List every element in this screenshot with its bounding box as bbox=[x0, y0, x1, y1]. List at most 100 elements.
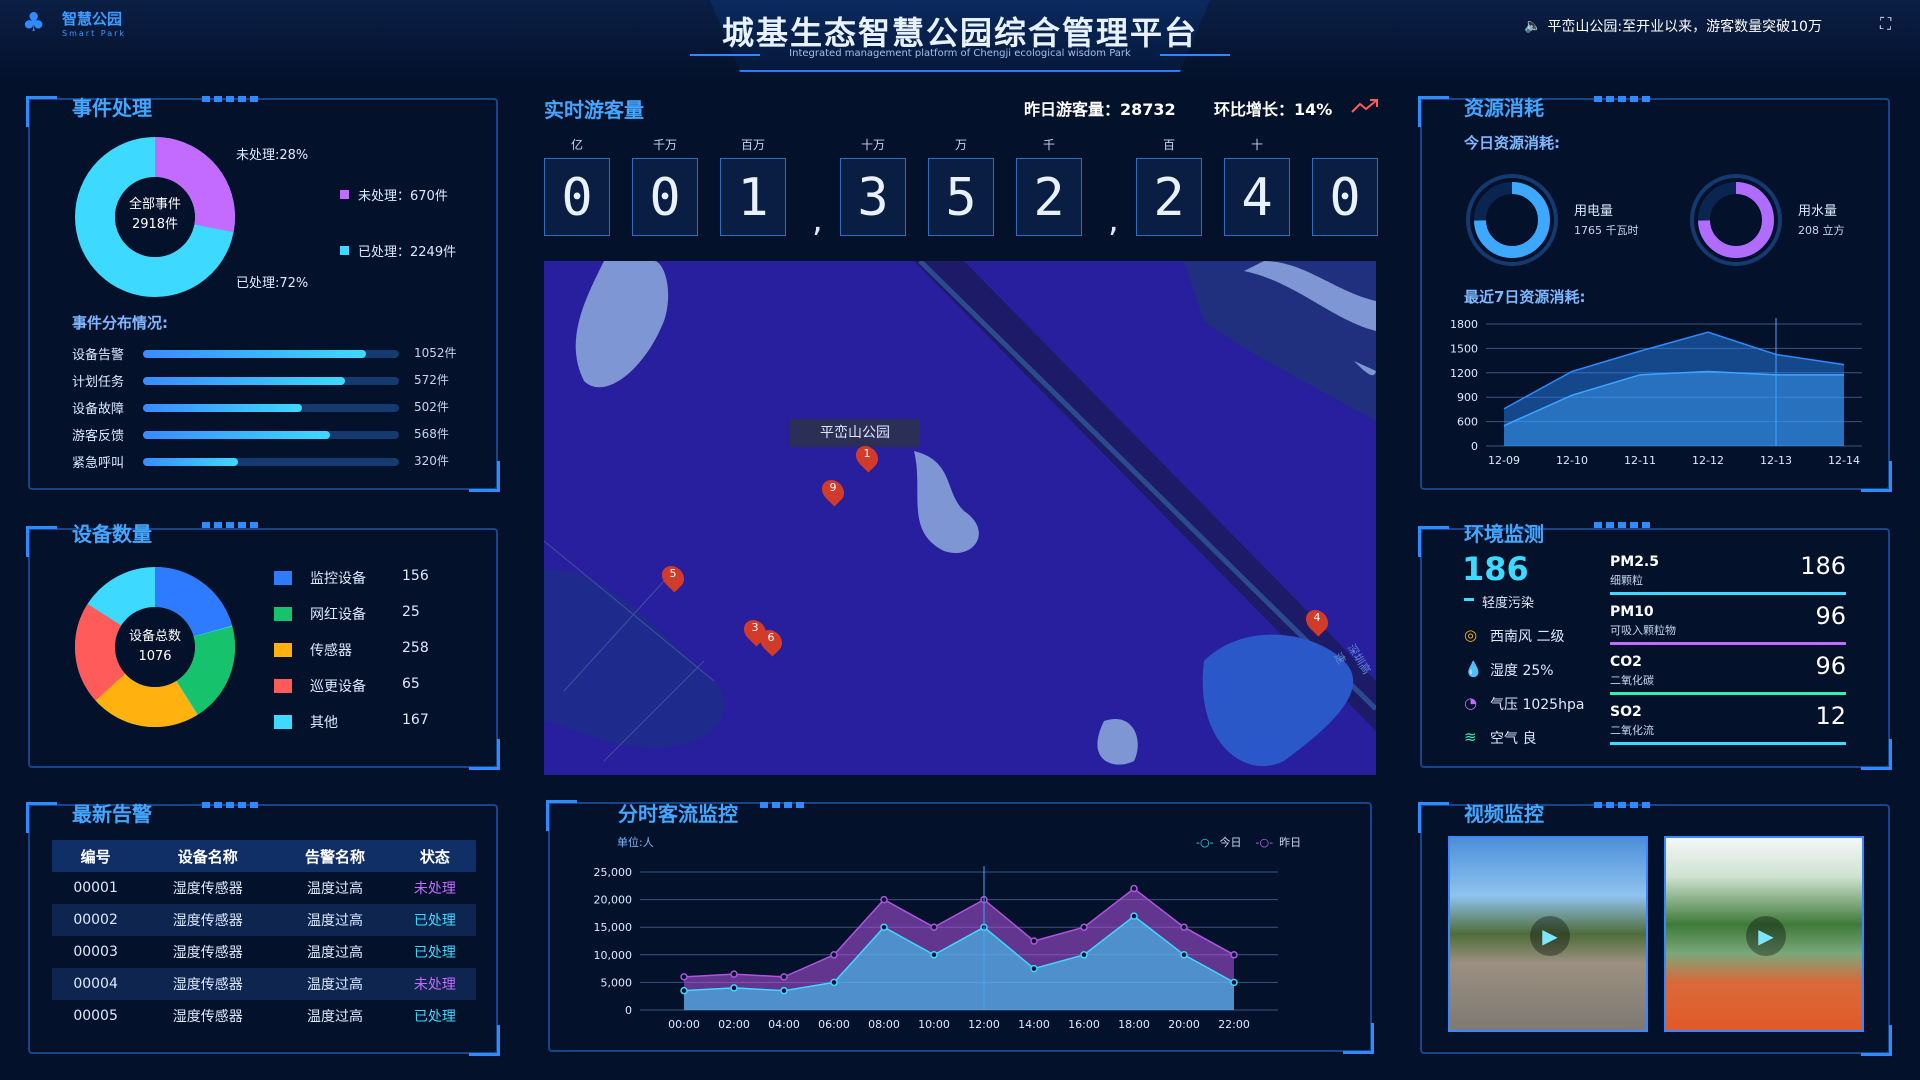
data-point[interactable] bbox=[780, 973, 788, 981]
counter-digit: 3 bbox=[840, 158, 906, 236]
data-point[interactable] bbox=[830, 978, 838, 987]
map-popup: 平峦山公园 bbox=[790, 419, 920, 447]
data-point[interactable] bbox=[730, 984, 738, 992]
data-point[interactable] bbox=[1130, 912, 1138, 920]
dist-label: 游客反馈 bbox=[72, 429, 125, 444]
device-label: 传感器 bbox=[310, 643, 352, 659]
y-tick-label: 1500 bbox=[1450, 342, 1478, 355]
data-point[interactable] bbox=[830, 951, 838, 959]
data-point[interactable] bbox=[930, 923, 938, 931]
metric-value: 96 bbox=[1815, 602, 1846, 630]
notice-bar[interactable]: 🔈 平峦山公园:至开业以来，游客数量突破10万 bbox=[1524, 16, 1822, 36]
speaker-icon: 🔈 bbox=[1524, 18, 1542, 34]
data-point[interactable] bbox=[1180, 923, 1188, 931]
alert-device: 湿度传感器 bbox=[139, 904, 277, 936]
hourly-unit: 单位:人 bbox=[617, 836, 654, 849]
table-row[interactable]: 00003 湿度传感器 温度过高 已处理 bbox=[52, 936, 476, 968]
x-tick-label: 14:00 bbox=[1018, 1018, 1050, 1031]
data-point[interactable] bbox=[1230, 951, 1238, 959]
data-point[interactable] bbox=[880, 923, 888, 931]
week-resource-chart: 0 600 900 1200 1500 1800 12-09 12-10 12-11 12-12 1… bbox=[1450, 318, 1862, 467]
metric-name: CO2 bbox=[1610, 654, 1642, 670]
alert-id: 00002 bbox=[52, 904, 140, 936]
alert-name: 温度过高 bbox=[276, 968, 394, 1000]
title-dots-decor bbox=[1594, 522, 1650, 528]
col-device: 设备名称 bbox=[139, 840, 277, 872]
y-tick-label: 20,000 bbox=[594, 894, 633, 907]
y-tick-label: 10,000 bbox=[594, 949, 633, 962]
data-point[interactable] bbox=[680, 986, 688, 995]
data-point[interactable] bbox=[680, 973, 688, 981]
counter-digit: 1 bbox=[720, 158, 786, 236]
devices-center-label: 设备总数 bbox=[128, 629, 181, 644]
x-tick-label: 06:00 bbox=[818, 1018, 850, 1031]
aqi-value: 186 bbox=[1462, 550, 1529, 588]
water-label: 用水量 bbox=[1798, 204, 1838, 219]
legend-yesterday-mark: -○- bbox=[1255, 835, 1274, 849]
air-icon: ≋ bbox=[1464, 728, 1477, 746]
video-feed-2[interactable]: ▶ bbox=[1664, 836, 1864, 1032]
metric-bar bbox=[1610, 592, 1846, 595]
fullscreen-icon[interactable]: ⛶ bbox=[1880, 14, 1898, 33]
data-point[interactable] bbox=[1030, 937, 1038, 945]
data-point[interactable] bbox=[780, 986, 788, 995]
data-point[interactable] bbox=[1030, 964, 1038, 973]
title-dots-decor bbox=[760, 802, 804, 808]
legend-done: 已处理：2249件 bbox=[358, 245, 457, 260]
metric-value: 186 bbox=[1800, 552, 1846, 580]
digit-unit-label: 百 bbox=[1162, 138, 1175, 152]
metric-bar bbox=[1610, 692, 1846, 695]
alert-device: 湿度传感器 bbox=[172, 1009, 243, 1025]
alert-name: 温度过高 bbox=[307, 881, 363, 897]
col-status: 状态 bbox=[393, 840, 476, 872]
electric-gauge bbox=[1466, 174, 1558, 266]
col-alert: 告警名称 bbox=[276, 840, 394, 872]
data-point[interactable] bbox=[1180, 951, 1188, 959]
water-gauge bbox=[1690, 174, 1782, 266]
counter-digit: 2 bbox=[1016, 158, 1082, 236]
y-tick-label: 600 bbox=[1457, 416, 1478, 429]
week-resource-title: 最近7日资源消耗: bbox=[1464, 288, 1586, 306]
map-pin-label: 1 bbox=[863, 447, 871, 460]
device-swatch bbox=[274, 607, 292, 621]
x-tick-label: 12-10 bbox=[1556, 454, 1588, 467]
alert-status: 未处理 bbox=[413, 881, 456, 897]
done-pct-label: 已处理:72% bbox=[236, 276, 309, 291]
dist-title: 事件分布情况: bbox=[72, 314, 168, 332]
table-row[interactable]: 00002 湿度传感器 温度过高 已处理 bbox=[52, 904, 476, 936]
data-point[interactable] bbox=[880, 895, 888, 904]
alert-id: 00004 bbox=[52, 968, 140, 1000]
aqi-desc: 轻度污染 bbox=[1482, 596, 1535, 611]
alert-status: 未处理 bbox=[393, 968, 476, 1000]
x-tick-label: 10:00 bbox=[918, 1018, 950, 1031]
legend-pending: 未处理：670件 bbox=[358, 189, 448, 204]
legend-done-swatch bbox=[340, 246, 349, 255]
video-feed-1[interactable]: ▶ bbox=[1448, 836, 1648, 1032]
table-row[interactable]: 00001 湿度传感器 温度过高 未处理 bbox=[52, 872, 476, 904]
events-title: 事件处理 bbox=[72, 96, 152, 120]
dist-bar-fill bbox=[143, 404, 302, 412]
alert-device: 湿度传感器 bbox=[139, 968, 277, 1000]
table-row[interactable]: 00004 湿度传感器 温度过高 未处理 bbox=[52, 968, 476, 1000]
park-map[interactable]: 平峦山公园 195364 深圳高速 bbox=[544, 261, 1376, 775]
wind-text: 西南风 二级 bbox=[1490, 629, 1565, 645]
table-row[interactable]: 00005 湿度传感器 温度过高 已处理 bbox=[52, 1000, 476, 1032]
y-tick-label: 1800 bbox=[1450, 318, 1478, 331]
water-value: 208 立方 bbox=[1798, 224, 1845, 237]
map-canvas bbox=[544, 261, 1376, 767]
data-point[interactable] bbox=[1080, 951, 1088, 959]
data-point[interactable] bbox=[1130, 884, 1138, 893]
data-point[interactable] bbox=[730, 970, 738, 978]
digit-unit-label: 十万 bbox=[860, 138, 885, 152]
play-icon[interactable]: ▶ bbox=[1746, 916, 1786, 956]
title-dots-decor bbox=[202, 802, 258, 808]
metric-desc: 二氧化流 bbox=[1610, 724, 1654, 737]
play-icon[interactable]: ▶ bbox=[1530, 916, 1570, 956]
series-area bbox=[1504, 332, 1844, 446]
data-point[interactable] bbox=[1230, 978, 1238, 987]
data-point[interactable] bbox=[930, 951, 938, 959]
map-pin-label: 9 bbox=[829, 481, 837, 494]
metric-value: 12 bbox=[1815, 702, 1846, 730]
data-point[interactable] bbox=[1080, 923, 1088, 931]
device-label: 其他 bbox=[310, 715, 338, 731]
